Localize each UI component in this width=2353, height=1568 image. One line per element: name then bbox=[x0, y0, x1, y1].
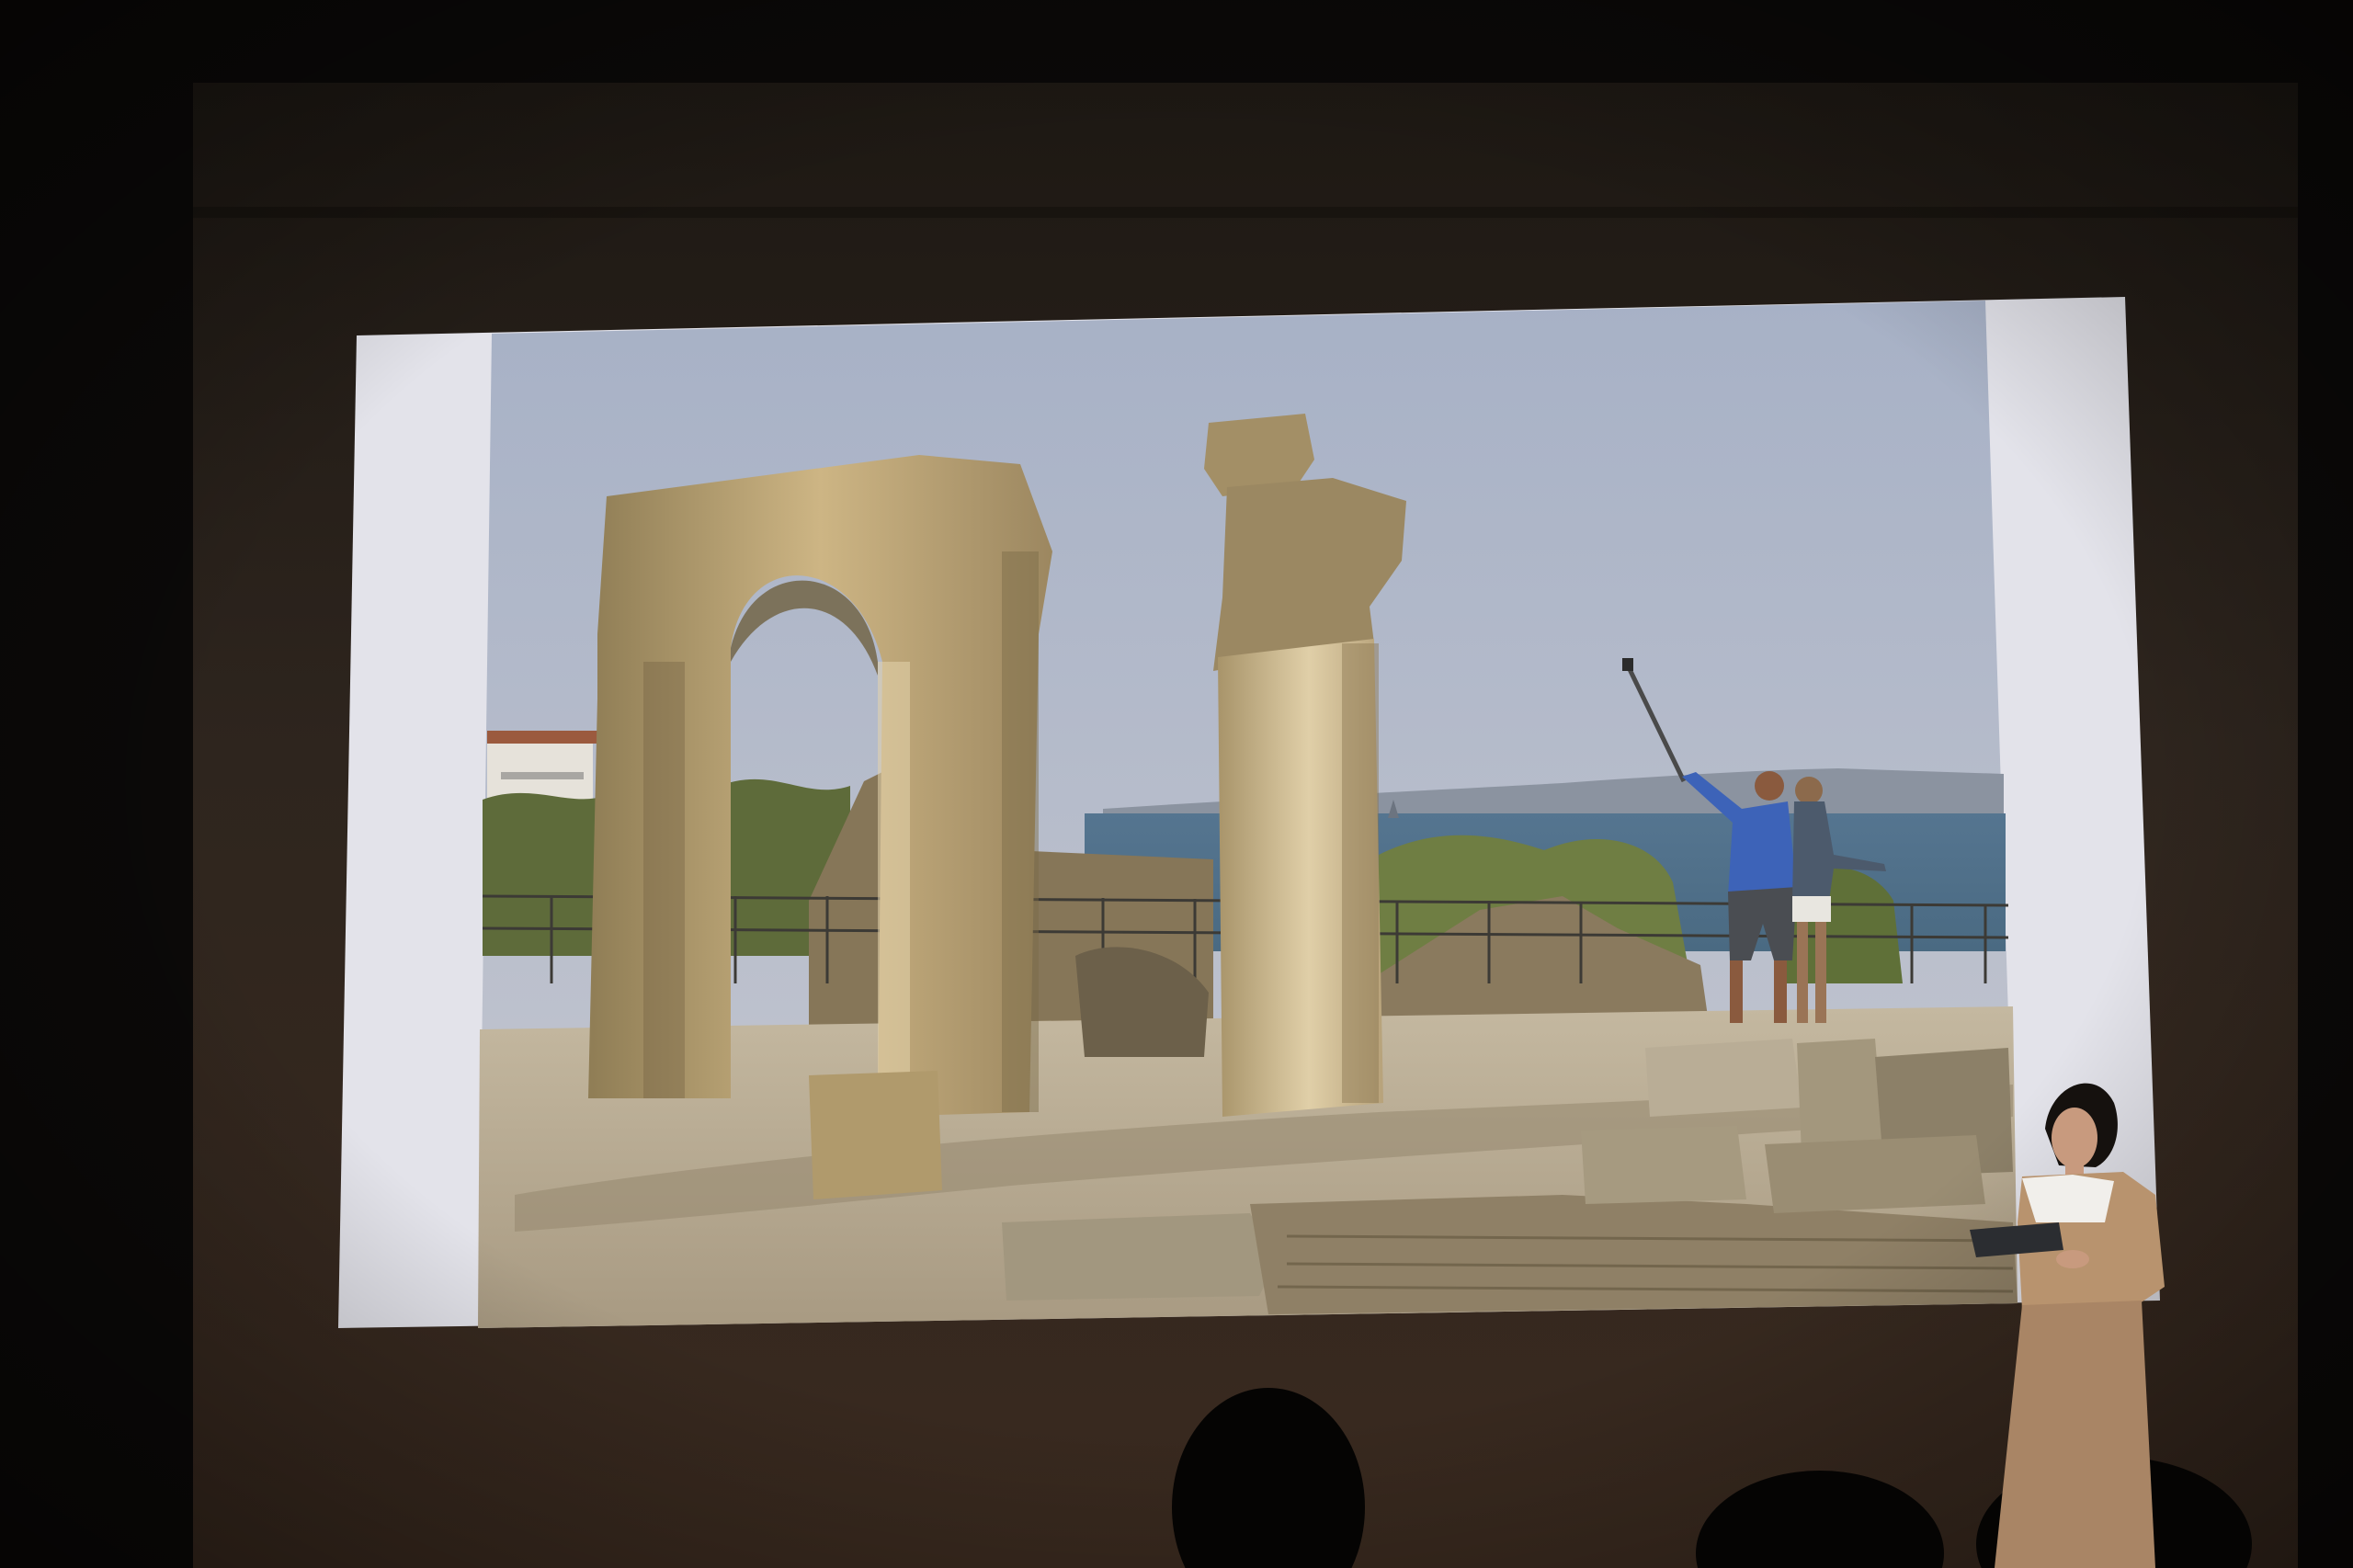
presenter-skirt bbox=[1995, 1301, 2155, 1568]
scene-canvas bbox=[0, 0, 2353, 1568]
presenter-shirt bbox=[2022, 1175, 2114, 1222]
presentation-scene bbox=[0, 0, 2353, 1568]
presenter-hand bbox=[2056, 1250, 2089, 1268]
lighting-vignette bbox=[0, 0, 2353, 1568]
presenter-face bbox=[2052, 1108, 2097, 1168]
